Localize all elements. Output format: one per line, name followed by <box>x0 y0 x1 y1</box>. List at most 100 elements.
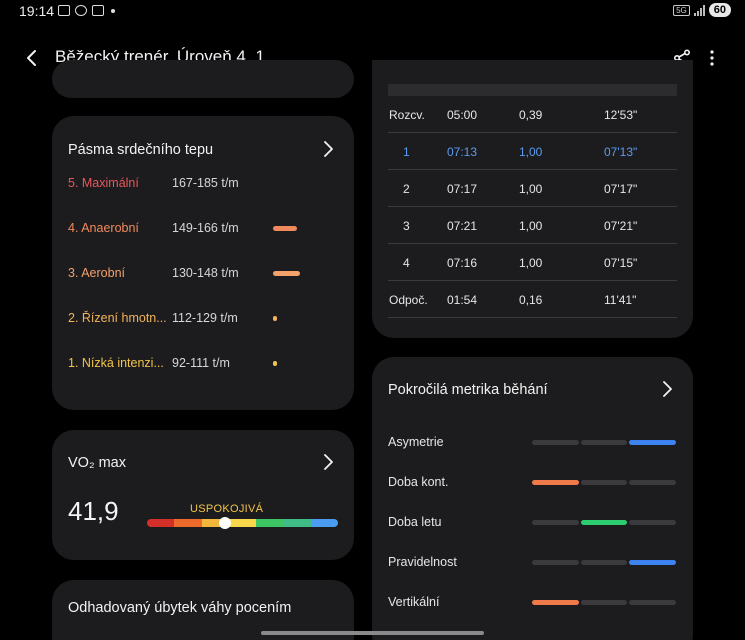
split-label: 2 <box>403 182 410 196</box>
metric-bar-segment <box>629 440 677 445</box>
hr-zone-name: 1. Nízká intenzi... <box>68 356 164 370</box>
split-row[interactable]: 4 07:16 1,00 07'15" <box>388 244 677 281</box>
split-row[interactable]: Odpoč. 01:54 0,16 11'41" <box>388 281 677 318</box>
chevron-right-icon[interactable] <box>320 454 336 470</box>
split-time: 07:17 <box>447 182 478 196</box>
system-icons: 5G 60 <box>673 3 731 17</box>
metric-row: Asymetrie <box>388 433 677 453</box>
hr-zone-name: 5. Maximální <box>68 176 139 190</box>
metric-label: Doba letu <box>388 515 442 529</box>
split-row[interactable]: 3 07:21 1,00 07'21" <box>388 207 677 244</box>
split-distance: 1,00 <box>519 182 543 196</box>
vo2-scale-bar <box>147 519 338 527</box>
hr-zone-range: 130-148 t/m <box>172 266 239 280</box>
metric-bar-segment <box>580 440 628 445</box>
screenshot-icon <box>58 5 70 16</box>
more-options-icon[interactable] <box>703 49 721 67</box>
vo2-scale-segment <box>283 519 311 527</box>
advanced-metrics-card[interactable]: Pokročilá metrika běhání Asymetrie Doba k… <box>372 357 693 640</box>
hr-zone-bar <box>273 316 277 321</box>
split-label: Rozcv. <box>389 108 425 122</box>
metric-bar-segment <box>629 520 677 525</box>
battery-icon: 60 <box>708 3 731 17</box>
metric-bar-segment <box>580 480 628 485</box>
metric-bar-segment <box>532 560 579 565</box>
split-label: 1 <box>403 145 410 159</box>
metric-indicator-bar <box>532 560 677 565</box>
metric-indicator-bar <box>532 480 677 485</box>
metric-row: Doba kont. <box>388 473 677 493</box>
metric-indicator-bar <box>532 440 677 445</box>
hr-zone-row: 4. Anaerobní 149-166 t/m <box>68 221 338 241</box>
split-pace: 07'21" <box>604 219 638 233</box>
hr-zone-range: 167-185 t/m <box>172 176 239 190</box>
metric-bar-segment <box>532 600 579 605</box>
split-distance: 1,00 <box>519 256 543 270</box>
app-notification-icon <box>75 5 87 16</box>
metric-row: Vertikální <box>388 593 677 613</box>
hr-zone-bar <box>273 271 300 276</box>
hr-zone-range: 149-166 t/m <box>172 221 239 235</box>
split-time: 07:13 <box>447 145 478 159</box>
chevron-right-icon[interactable] <box>659 381 675 397</box>
split-distance: 1,00 <box>519 219 543 233</box>
metric-bar-segment <box>532 520 579 525</box>
metric-indicator-bar <box>532 520 677 525</box>
vo2-card[interactable]: VO₂ max 41,9 USPOKOJIVÁ <box>52 430 354 560</box>
metric-indicator-bar <box>532 600 677 605</box>
metric-bar-segment <box>580 600 628 605</box>
split-pace: 12'53" <box>604 108 638 122</box>
metric-label: Doba kont. <box>388 475 449 489</box>
split-distance: 1,00 <box>519 145 543 159</box>
split-label: 4 <box>403 256 410 270</box>
previous-card <box>52 60 354 98</box>
split-row[interactable]: Rozcv. 05:00 0,39 12'53" <box>388 96 677 133</box>
hr-zone-name: 3. Aerobní <box>68 266 125 280</box>
splits-header-strip <box>388 84 677 96</box>
split-pace: 11'41" <box>604 293 637 307</box>
vo2-scale-segment <box>174 519 202 527</box>
metric-bar-segment <box>629 560 677 565</box>
metric-bar-segment <box>580 520 628 525</box>
back-arrow-icon[interactable] <box>22 48 42 68</box>
vo2-value: 41,9 <box>68 496 119 526</box>
split-distance: 0,16 <box>519 293 543 307</box>
split-time: 07:21 <box>447 219 478 233</box>
split-row[interactable]: 1 07:13 1,00 07'13" <box>388 133 677 170</box>
home-indicator[interactable] <box>261 631 484 635</box>
hr-zone-name: 4. Anaerobní <box>68 221 139 235</box>
status-bar: 19:14 5G 60 <box>0 0 745 24</box>
chevron-right-icon[interactable] <box>320 141 336 157</box>
split-label: Odpoč. <box>389 293 428 307</box>
hr-zone-row: 5. Maximální 167-185 t/m <box>68 176 338 196</box>
notification-icons <box>58 5 115 16</box>
metric-bar-segment <box>532 480 579 485</box>
hr-zone-row: 2. Řízení hmotn... 112-129 t/m <box>68 311 338 331</box>
hr-zone-bar <box>273 226 297 231</box>
advanced-metrics-title: Pokročilá metrika běhání <box>388 382 548 398</box>
message-icon <box>92 5 104 16</box>
split-row[interactable]: 2 07:17 1,00 07'17" <box>388 170 677 207</box>
status-time: 19:14 <box>19 3 55 19</box>
split-pace: 07'17" <box>604 182 638 196</box>
hr-zone-range: 112-129 t/m <box>172 311 238 325</box>
metric-bar-segment <box>580 560 628 565</box>
vo2-scale-segment <box>256 519 284 527</box>
split-distance: 0,39 <box>519 108 543 122</box>
vo2-scale-segment <box>310 519 338 527</box>
split-label: 3 <box>403 219 410 233</box>
metric-bar-segment <box>532 440 579 445</box>
split-time: 01:54 <box>447 293 478 307</box>
vo2-scale-segment <box>228 519 257 527</box>
metric-label: Asymetrie <box>388 435 444 449</box>
more-notifications-icon <box>111 8 115 13</box>
hr-zones-card[interactable]: Pásma srdečního tepu 5. Maximální 167-185… <box>52 116 354 410</box>
split-pace: 07'15" <box>604 256 638 270</box>
vo2-title: VO₂ max <box>68 455 126 471</box>
hr-zone-name: 2. Řízení hmotn... <box>68 311 167 325</box>
metric-row: Doba letu <box>388 513 677 533</box>
splits-card: Rozcv. 05:00 0,39 12'53" 1 07:13 1,00 07'13" 2 07… <box>372 60 693 338</box>
vo2-scale-marker <box>219 517 232 529</box>
hr-zone-row: 3. Aerobní 130-148 t/m <box>68 266 338 286</box>
split-time: 05:00 <box>447 108 478 122</box>
